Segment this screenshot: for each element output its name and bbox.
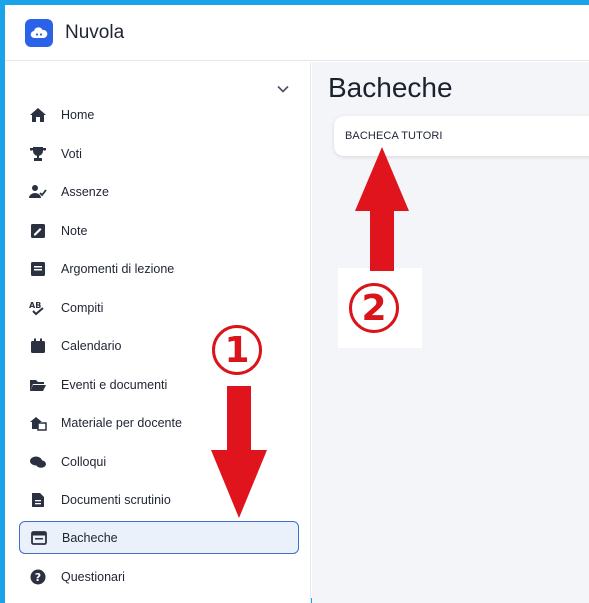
arrow-up-icon (355, 147, 409, 271)
sidebar-item-label: Materiale per docente (61, 415, 182, 430)
cloud-icon[interactable] (25, 18, 53, 47)
sidebar-item-bacheche[interactable]: Bacheche (19, 521, 299, 554)
sidebar-item-label: Colloqui (61, 454, 107, 469)
app-title: Nuvola (65, 21, 125, 43)
sidebar-item-label: Home (61, 107, 95, 122)
board-icon (26, 528, 52, 548)
callout-2: 2 (349, 283, 399, 333)
sidebar-item-questionari[interactable]: ? Questionari (19, 560, 299, 593)
question-icon: ? (25, 567, 51, 587)
chat-icon (25, 452, 51, 472)
sidebar-item-label: Compiti (61, 300, 104, 315)
sidebar-item-label: Bacheche (62, 530, 118, 545)
callout-1: 1 (212, 325, 262, 375)
page-title: Bacheche (328, 72, 453, 103)
sidebar-item-voti[interactable]: Voti (19, 137, 299, 170)
sidebar-item-label: Calendario (61, 338, 122, 353)
spellcheck-icon: AB (25, 298, 51, 318)
sidebar-item-label: Note (61, 223, 88, 238)
note-icon (25, 221, 51, 241)
calendar-icon (25, 336, 51, 356)
trophy-icon (25, 144, 51, 164)
sidebar-item-label: Questionari (61, 569, 125, 584)
sidebar-item-home[interactable]: Home (19, 98, 299, 131)
sidebar-item-label: Argomenti di lezione (61, 261, 175, 276)
sidebar-item-label: Documenti scrutinio (61, 492, 171, 507)
svg-text:AB: AB (29, 301, 41, 310)
sidebar-item-assenze[interactable]: Assenze (19, 175, 299, 208)
arrow-down-icon (211, 386, 267, 518)
sidebar-item-note[interactable]: Note (19, 214, 299, 247)
board-card-label: BACHECA TUTORI (345, 130, 443, 142)
sidebar-item-label: Eventi e documenti (61, 377, 168, 392)
lesson-topics-icon (25, 259, 51, 279)
home-icon (25, 105, 51, 125)
chevron-down-icon[interactable] (275, 81, 291, 97)
folder-open-icon (25, 375, 51, 395)
sidebar-item-label: Voti (61, 146, 82, 161)
top-bar: Nuvola (5, 5, 589, 61)
teacher-material-icon (25, 413, 51, 433)
svg-text:?: ? (35, 571, 41, 584)
sidebar-item-argomenti[interactable]: Argomenti di lezione (19, 252, 299, 285)
user-check-icon (25, 182, 51, 202)
sidebar-item-label: Assenze (61, 184, 109, 199)
document-icon (25, 490, 51, 510)
